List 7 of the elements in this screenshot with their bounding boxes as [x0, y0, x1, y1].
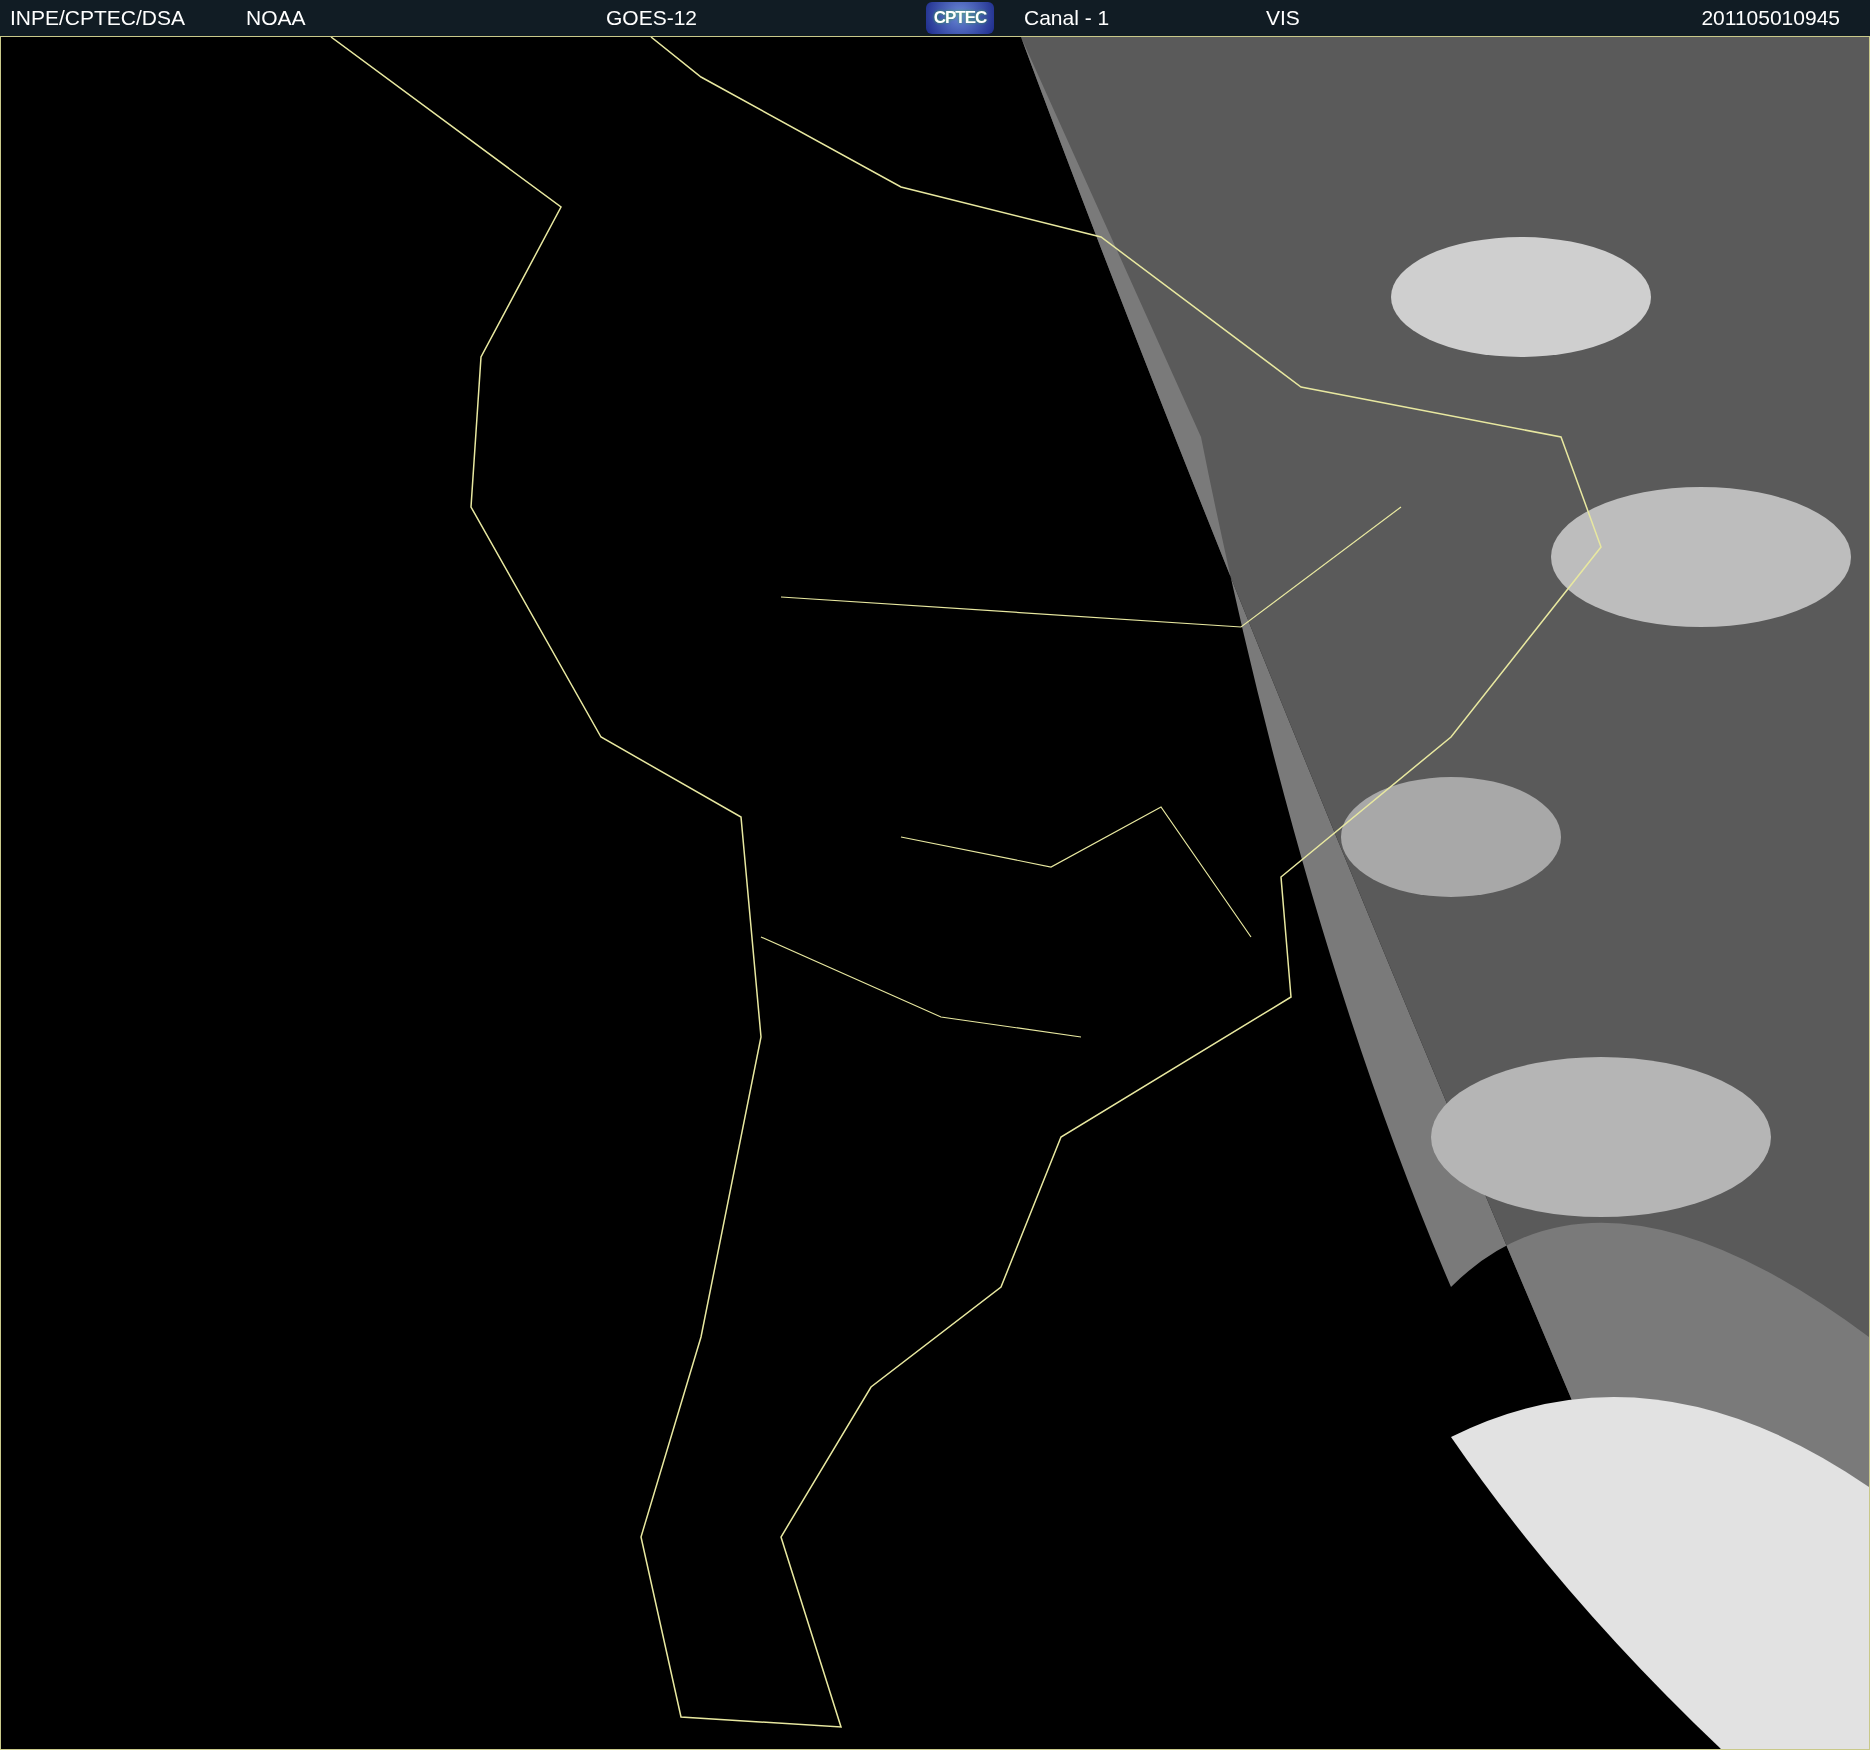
- header-label: GOES-12: [606, 6, 698, 30]
- header-label: Canal - 1: [1024, 6, 1110, 30]
- header-label: 201105010945: [1701, 6, 1841, 30]
- logo: CPTEC: [926, 2, 994, 34]
- header-label: INPE/CPTEC/DSA: [10, 6, 186, 30]
- header-label: VIS: [1266, 6, 1300, 30]
- header-label: NOAA: [246, 6, 306, 30]
